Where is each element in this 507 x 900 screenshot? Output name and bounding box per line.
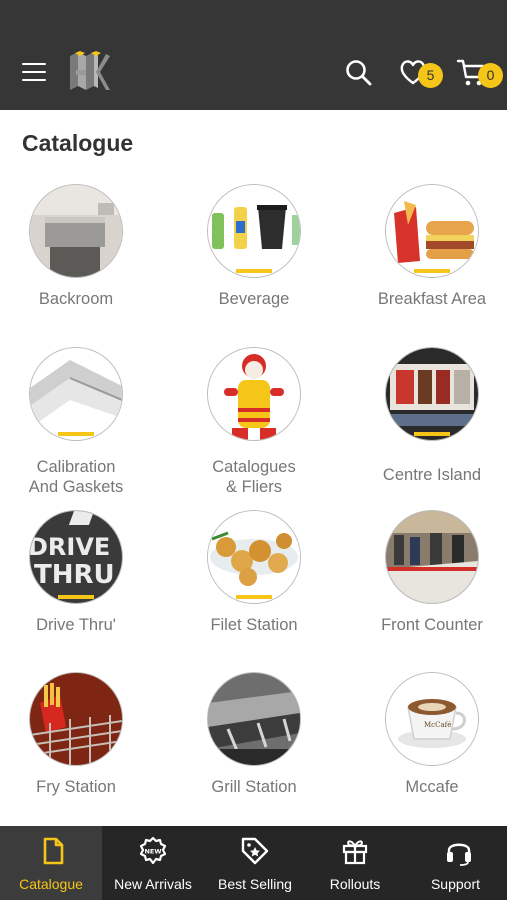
category-tile-beverage[interactable]: Beverage bbox=[170, 184, 338, 334]
svg-text:THRU: THRU bbox=[34, 560, 115, 590]
category-tile-mccafe[interactable]: McCafé Mccafe bbox=[348, 672, 507, 822]
category-label: Drive Thru' bbox=[36, 616, 116, 634]
mccafe-photo: McCafé bbox=[385, 672, 479, 766]
new-badge-icon: NEW bbox=[139, 836, 167, 865]
tag-star-icon bbox=[241, 837, 269, 865]
drive-thru-photo: DRIVE THRU bbox=[29, 510, 123, 604]
mascot-photo bbox=[207, 347, 301, 441]
backroom-photo bbox=[29, 184, 123, 278]
category-tile-breakfast-area[interactable]: Breakfast Area bbox=[348, 184, 507, 334]
category-label: Catalogues & Fliers bbox=[212, 458, 296, 496]
filet-photo bbox=[207, 510, 301, 604]
tab-label: New Arrivals bbox=[114, 876, 192, 892]
svg-text:McCafé: McCafé bbox=[424, 721, 451, 729]
gift-icon bbox=[342, 840, 368, 865]
category-tile-front-counter[interactable]: Front Counter bbox=[348, 510, 507, 660]
document-icon bbox=[43, 837, 64, 865]
tab-label: Support bbox=[430, 876, 481, 892]
category-label: Filet Station bbox=[210, 616, 298, 634]
tab-rollouts[interactable]: Rollouts bbox=[306, 826, 404, 900]
tab-new-arrivals[interactable]: NEW New Arrivals bbox=[102, 826, 204, 900]
category-label: Beverage bbox=[218, 290, 290, 308]
category-tile-backroom[interactable]: Backroom bbox=[0, 184, 160, 334]
fries-photo bbox=[29, 672, 123, 766]
tab-support[interactable]: Support bbox=[404, 826, 507, 900]
category-tile-centre-island[interactable]: Centre Island bbox=[348, 347, 507, 497]
tab-label: Best Selling bbox=[218, 876, 292, 892]
breakfast-photo bbox=[385, 184, 479, 278]
category-label: Front Counter bbox=[381, 616, 483, 634]
bottom-tab-bar: Catalogue NEW New Arrivals Best Selling … bbox=[0, 826, 507, 900]
tab-best-selling[interactable]: Best Selling bbox=[204, 826, 306, 900]
category-label: Grill Station bbox=[211, 778, 297, 796]
catalogue-grid: Backroom Beverage Breakfast Area Calibra… bbox=[0, 0, 507, 826]
category-tile-fry-station[interactable]: Fry Station bbox=[0, 672, 160, 822]
beverage-photo bbox=[207, 184, 301, 278]
svg-text:DRIVE: DRIVE bbox=[30, 533, 110, 561]
category-label: Breakfast Area bbox=[377, 290, 487, 308]
tab-label: Catalogue bbox=[19, 876, 83, 892]
tab-label: Rollouts bbox=[329, 876, 381, 892]
category-label: Centre Island bbox=[382, 466, 482, 484]
svg-text:NEW: NEW bbox=[144, 848, 161, 856]
tab-catalogue[interactable]: Catalogue bbox=[0, 826, 102, 900]
category-tile-drive-thru[interactable]: DRIVE THRU Drive Thru' bbox=[0, 510, 160, 660]
category-tile-filet-station[interactable]: Filet Station bbox=[170, 510, 338, 660]
front-counter-photo bbox=[385, 510, 479, 604]
category-label: Backroom bbox=[38, 290, 114, 308]
headset-icon bbox=[447, 843, 471, 866]
gaskets-photo bbox=[29, 347, 123, 441]
category-label: Fry Station bbox=[36, 778, 116, 796]
category-label: Mccafe bbox=[405, 778, 459, 796]
category-label: Calibration And Gaskets bbox=[28, 458, 124, 496]
category-tile-catalogues-and-fliers[interactable]: Catalogues & Fliers bbox=[170, 347, 338, 497]
grill-photo bbox=[207, 672, 301, 766]
category-tile-grill-station[interactable]: Grill Station bbox=[170, 672, 338, 822]
centre-island-photo bbox=[385, 347, 479, 441]
category-tile-calibration-and-gaskets[interactable]: Calibration And Gaskets bbox=[0, 347, 160, 497]
